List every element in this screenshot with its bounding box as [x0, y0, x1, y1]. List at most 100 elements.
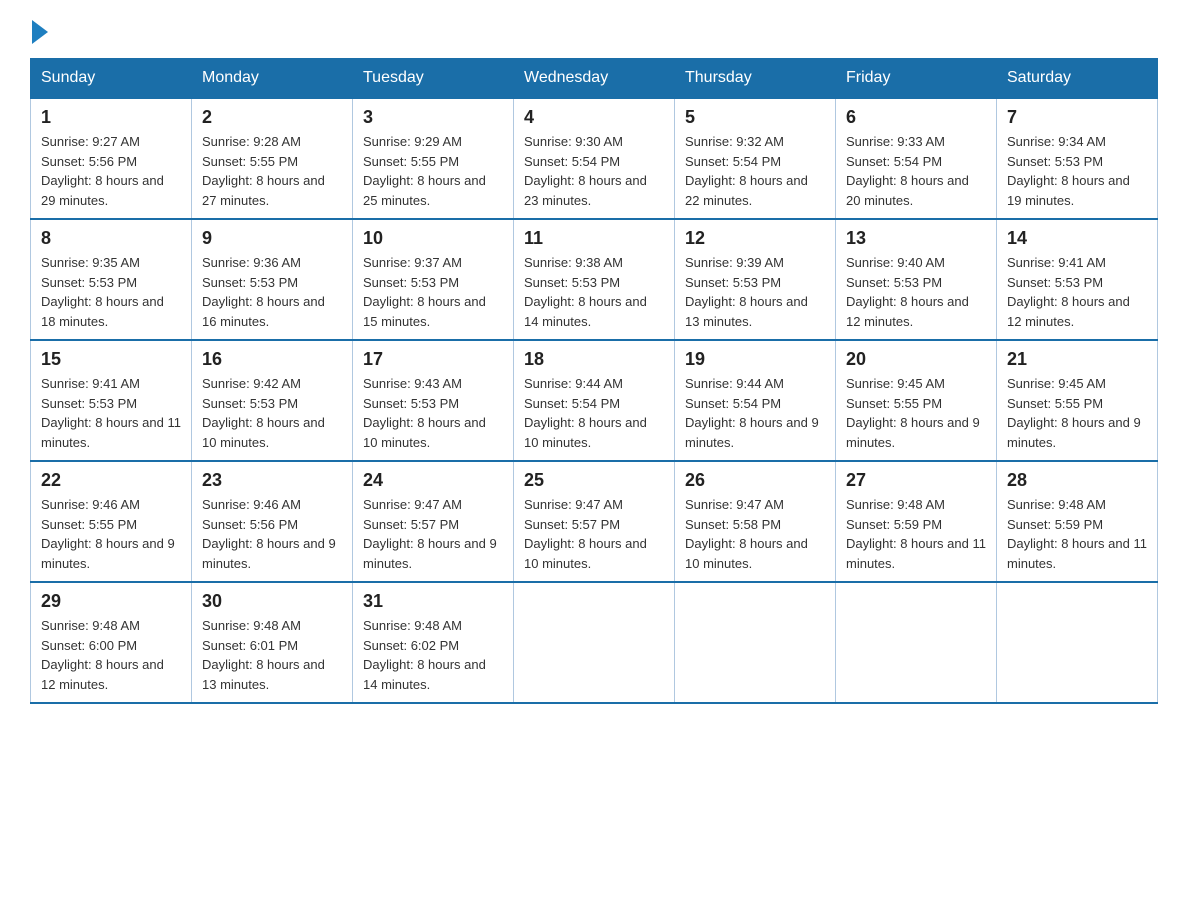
day-number: 16: [202, 349, 342, 370]
header-sunday: Sunday: [31, 59, 192, 99]
day-info: Sunrise: 9:48 AMSunset: 6:01 PMDaylight:…: [202, 618, 325, 692]
calendar-cell: 22 Sunrise: 9:46 AMSunset: 5:55 PMDaylig…: [31, 461, 192, 582]
day-number: 21: [1007, 349, 1147, 370]
day-number: 22: [41, 470, 181, 491]
day-number: 13: [846, 228, 986, 249]
week-row-1: 1 Sunrise: 9:27 AMSunset: 5:56 PMDayligh…: [31, 98, 1158, 219]
header-friday: Friday: [836, 59, 997, 99]
header-tuesday: Tuesday: [353, 59, 514, 99]
day-number: 30: [202, 591, 342, 612]
calendar-cell: 31 Sunrise: 9:48 AMSunset: 6:02 PMDaylig…: [353, 582, 514, 703]
day-info: Sunrise: 9:36 AMSunset: 5:53 PMDaylight:…: [202, 255, 325, 329]
day-info: Sunrise: 9:40 AMSunset: 5:53 PMDaylight:…: [846, 255, 969, 329]
day-info: Sunrise: 9:45 AMSunset: 5:55 PMDaylight:…: [1007, 376, 1141, 450]
calendar-cell: 18 Sunrise: 9:44 AMSunset: 5:54 PMDaylig…: [514, 340, 675, 461]
day-info: Sunrise: 9:44 AMSunset: 5:54 PMDaylight:…: [685, 376, 819, 450]
week-row-3: 15 Sunrise: 9:41 AMSunset: 5:53 PMDaylig…: [31, 340, 1158, 461]
day-number: 15: [41, 349, 181, 370]
calendar-cell: 16 Sunrise: 9:42 AMSunset: 5:53 PMDaylig…: [192, 340, 353, 461]
day-number: 28: [1007, 470, 1147, 491]
calendar-cell: 11 Sunrise: 9:38 AMSunset: 5:53 PMDaylig…: [514, 219, 675, 340]
day-number: 3: [363, 107, 503, 128]
calendar-cell: 19 Sunrise: 9:44 AMSunset: 5:54 PMDaylig…: [675, 340, 836, 461]
calendar-cell: 4 Sunrise: 9:30 AMSunset: 5:54 PMDayligh…: [514, 98, 675, 219]
day-number: 19: [685, 349, 825, 370]
day-number: 20: [846, 349, 986, 370]
page-header: [30, 20, 1158, 38]
day-info: Sunrise: 9:28 AMSunset: 5:55 PMDaylight:…: [202, 134, 325, 208]
day-number: 25: [524, 470, 664, 491]
day-number: 12: [685, 228, 825, 249]
calendar-cell: 17 Sunrise: 9:43 AMSunset: 5:53 PMDaylig…: [353, 340, 514, 461]
day-info: Sunrise: 9:46 AMSunset: 5:55 PMDaylight:…: [41, 497, 175, 571]
day-info: Sunrise: 9:37 AMSunset: 5:53 PMDaylight:…: [363, 255, 486, 329]
calendar-cell: 28 Sunrise: 9:48 AMSunset: 5:59 PMDaylig…: [997, 461, 1158, 582]
day-info: Sunrise: 9:34 AMSunset: 5:53 PMDaylight:…: [1007, 134, 1130, 208]
day-number: 26: [685, 470, 825, 491]
day-number: 6: [846, 107, 986, 128]
header-saturday: Saturday: [997, 59, 1158, 99]
day-number: 4: [524, 107, 664, 128]
calendar-cell: 30 Sunrise: 9:48 AMSunset: 6:01 PMDaylig…: [192, 582, 353, 703]
day-number: 1: [41, 107, 181, 128]
day-info: Sunrise: 9:35 AMSunset: 5:53 PMDaylight:…: [41, 255, 164, 329]
day-number: 31: [363, 591, 503, 612]
day-info: Sunrise: 9:38 AMSunset: 5:53 PMDaylight:…: [524, 255, 647, 329]
day-number: 14: [1007, 228, 1147, 249]
calendar-cell: 14 Sunrise: 9:41 AMSunset: 5:53 PMDaylig…: [997, 219, 1158, 340]
calendar-cell: 12 Sunrise: 9:39 AMSunset: 5:53 PMDaylig…: [675, 219, 836, 340]
day-info: Sunrise: 9:48 AMSunset: 5:59 PMDaylight:…: [846, 497, 986, 571]
week-row-4: 22 Sunrise: 9:46 AMSunset: 5:55 PMDaylig…: [31, 461, 1158, 582]
day-number: 10: [363, 228, 503, 249]
calendar-cell: 10 Sunrise: 9:37 AMSunset: 5:53 PMDaylig…: [353, 219, 514, 340]
day-number: 8: [41, 228, 181, 249]
day-info: Sunrise: 9:39 AMSunset: 5:53 PMDaylight:…: [685, 255, 808, 329]
day-number: 18: [524, 349, 664, 370]
day-info: Sunrise: 9:42 AMSunset: 5:53 PMDaylight:…: [202, 376, 325, 450]
day-number: 27: [846, 470, 986, 491]
calendar-header-row: SundayMondayTuesdayWednesdayThursdayFrid…: [31, 59, 1158, 99]
calendar-cell: 7 Sunrise: 9:34 AMSunset: 5:53 PMDayligh…: [997, 98, 1158, 219]
calendar-cell: 9 Sunrise: 9:36 AMSunset: 5:53 PMDayligh…: [192, 219, 353, 340]
day-number: 29: [41, 591, 181, 612]
day-number: 17: [363, 349, 503, 370]
day-info: Sunrise: 9:46 AMSunset: 5:56 PMDaylight:…: [202, 497, 336, 571]
day-info: Sunrise: 9:45 AMSunset: 5:55 PMDaylight:…: [846, 376, 980, 450]
day-number: 24: [363, 470, 503, 491]
calendar-cell: [675, 582, 836, 703]
day-info: Sunrise: 9:41 AMSunset: 5:53 PMDaylight:…: [1007, 255, 1130, 329]
calendar-cell: 2 Sunrise: 9:28 AMSunset: 5:55 PMDayligh…: [192, 98, 353, 219]
calendar-cell: 24 Sunrise: 9:47 AMSunset: 5:57 PMDaylig…: [353, 461, 514, 582]
calendar-cell: 1 Sunrise: 9:27 AMSunset: 5:56 PMDayligh…: [31, 98, 192, 219]
week-row-5: 29 Sunrise: 9:48 AMSunset: 6:00 PMDaylig…: [31, 582, 1158, 703]
day-info: Sunrise: 9:43 AMSunset: 5:53 PMDaylight:…: [363, 376, 486, 450]
calendar-cell: [836, 582, 997, 703]
logo-triangle-icon: [32, 20, 48, 44]
day-info: Sunrise: 9:47 AMSunset: 5:58 PMDaylight:…: [685, 497, 808, 571]
calendar-cell: 25 Sunrise: 9:47 AMSunset: 5:57 PMDaylig…: [514, 461, 675, 582]
header-monday: Monday: [192, 59, 353, 99]
day-number: 9: [202, 228, 342, 249]
header-wednesday: Wednesday: [514, 59, 675, 99]
day-info: Sunrise: 9:44 AMSunset: 5:54 PMDaylight:…: [524, 376, 647, 450]
week-row-2: 8 Sunrise: 9:35 AMSunset: 5:53 PMDayligh…: [31, 219, 1158, 340]
day-info: Sunrise: 9:47 AMSunset: 5:57 PMDaylight:…: [363, 497, 497, 571]
day-info: Sunrise: 9:47 AMSunset: 5:57 PMDaylight:…: [524, 497, 647, 571]
calendar-cell: 6 Sunrise: 9:33 AMSunset: 5:54 PMDayligh…: [836, 98, 997, 219]
day-number: 7: [1007, 107, 1147, 128]
calendar-cell: [514, 582, 675, 703]
day-number: 23: [202, 470, 342, 491]
day-number: 2: [202, 107, 342, 128]
day-info: Sunrise: 9:29 AMSunset: 5:55 PMDaylight:…: [363, 134, 486, 208]
calendar-cell: 20 Sunrise: 9:45 AMSunset: 5:55 PMDaylig…: [836, 340, 997, 461]
day-info: Sunrise: 9:30 AMSunset: 5:54 PMDaylight:…: [524, 134, 647, 208]
day-number: 5: [685, 107, 825, 128]
calendar-cell: 21 Sunrise: 9:45 AMSunset: 5:55 PMDaylig…: [997, 340, 1158, 461]
logo: [30, 20, 50, 38]
calendar-cell: 5 Sunrise: 9:32 AMSunset: 5:54 PMDayligh…: [675, 98, 836, 219]
calendar-cell: 23 Sunrise: 9:46 AMSunset: 5:56 PMDaylig…: [192, 461, 353, 582]
calendar-cell: 3 Sunrise: 9:29 AMSunset: 5:55 PMDayligh…: [353, 98, 514, 219]
day-info: Sunrise: 9:41 AMSunset: 5:53 PMDaylight:…: [41, 376, 181, 450]
calendar-cell: 15 Sunrise: 9:41 AMSunset: 5:53 PMDaylig…: [31, 340, 192, 461]
day-info: Sunrise: 9:48 AMSunset: 6:02 PMDaylight:…: [363, 618, 486, 692]
